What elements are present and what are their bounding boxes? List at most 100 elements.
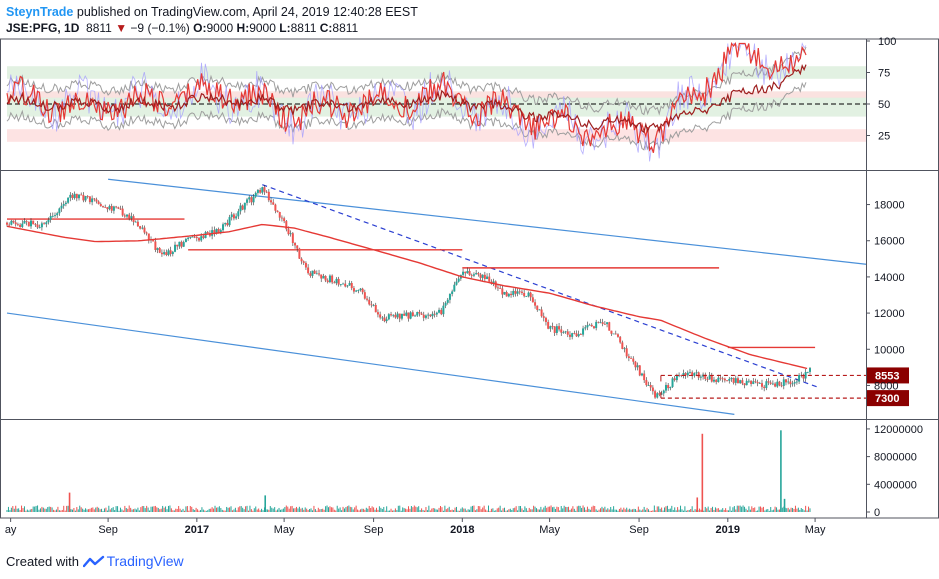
volume-bar	[80, 507, 82, 512]
volume-bar	[282, 508, 284, 512]
volume-bar	[38, 509, 40, 512]
candle-body	[765, 381, 768, 389]
volume-bar	[106, 510, 108, 512]
price-tick-label: 16000	[874, 236, 905, 248]
volume-bar	[275, 510, 277, 512]
volume-bar	[262, 510, 264, 512]
volume-bar	[117, 506, 119, 512]
volume-bar	[639, 509, 641, 512]
candle-body	[608, 322, 611, 331]
volume-bar	[802, 509, 804, 512]
volume-bar	[803, 510, 805, 512]
volume-bar	[9, 510, 11, 512]
volume-bar	[691, 506, 693, 512]
price-panel[interactable]	[6, 178, 867, 415]
volume-bar	[13, 508, 15, 512]
volume-bar	[403, 508, 405, 512]
candle-body	[654, 391, 657, 398]
candle-body	[745, 380, 748, 386]
volume-bar	[162, 505, 164, 512]
candle-body	[355, 290, 358, 292]
volume-bar	[559, 510, 561, 512]
brand-link[interactable]: TradingView	[107, 553, 184, 569]
volume-bar	[771, 510, 773, 512]
volume-bar	[22, 508, 24, 512]
volume-bar	[423, 510, 425, 512]
volume-bar	[73, 507, 75, 512]
volume-bar	[706, 508, 708, 512]
candle-body	[767, 381, 770, 383]
volume-bar	[274, 507, 276, 512]
candle-body	[560, 329, 563, 333]
volume-bar	[774, 506, 776, 512]
volume-bar	[47, 507, 49, 512]
candle-body	[741, 380, 744, 384]
volume-bar	[108, 505, 110, 512]
volume-bar	[6, 509, 8, 512]
oscillator-panel[interactable]	[6, 41, 866, 162]
candle-body	[110, 205, 113, 211]
volume-bar	[456, 506, 458, 512]
candle-body	[23, 220, 26, 224]
volume-bar	[659, 508, 661, 512]
volume-bar	[594, 506, 596, 512]
volume-bar	[614, 509, 616, 512]
volume-bar	[765, 509, 767, 512]
candle-body	[486, 276, 489, 280]
volume-bar	[569, 509, 571, 512]
candle-body	[8, 224, 11, 226]
volume-bar	[531, 509, 533, 512]
volume-bar	[186, 506, 188, 512]
volume-spike	[783, 498, 786, 512]
candle-body	[311, 270, 314, 276]
volume-bar	[227, 507, 229, 512]
volume-bar	[621, 509, 623, 512]
chart-canvas[interactable]: 1007550258553730018000160001400012000100…	[0, 0, 939, 550]
candle-body	[758, 383, 761, 384]
candle-body	[671, 378, 674, 387]
candle-body	[518, 291, 521, 293]
volume-panel[interactable]	[6, 430, 811, 512]
volume-bar	[710, 507, 712, 512]
volume-bar	[341, 510, 343, 512]
volume-bar	[10, 507, 12, 512]
volume-bar	[450, 510, 452, 512]
volume-bar	[70, 509, 72, 512]
candle-body	[106, 207, 109, 210]
volume-bar	[214, 505, 216, 512]
candle-body	[43, 223, 46, 225]
candle-body	[542, 316, 545, 318]
volume-bar	[125, 508, 127, 512]
candle-body	[143, 227, 146, 233]
volume-bar	[565, 506, 567, 512]
volume-bar	[415, 506, 417, 512]
volume-bar	[479, 506, 481, 512]
volume-bar	[409, 508, 411, 512]
candle-body	[160, 252, 163, 255]
volume-bar	[346, 506, 348, 512]
volume-bar	[460, 508, 462, 512]
candle-body	[174, 244, 177, 252]
candle-body	[235, 216, 238, 219]
volume-bar	[272, 508, 274, 512]
volume-bar	[60, 510, 62, 512]
osc-tick-label: 25	[878, 131, 890, 143]
time-tick-label: ay	[5, 524, 17, 536]
volume-bar	[271, 507, 273, 512]
volume-bar	[781, 507, 783, 512]
volume-bar	[19, 510, 21, 512]
volume-bar	[778, 509, 780, 512]
candle-body	[630, 357, 633, 359]
volume-bar	[23, 506, 25, 512]
time-tick-label: Sep	[364, 524, 384, 536]
candle-body	[446, 299, 449, 303]
volume-bar	[309, 509, 311, 512]
volume-bar	[246, 505, 248, 512]
volume-bar	[533, 505, 535, 512]
volume-bar	[218, 506, 220, 512]
volume-bar	[534, 506, 536, 512]
volume-bar	[739, 505, 741, 512]
volume-bar	[658, 506, 660, 512]
volume-bar	[601, 506, 603, 512]
volume-bar	[597, 510, 599, 512]
